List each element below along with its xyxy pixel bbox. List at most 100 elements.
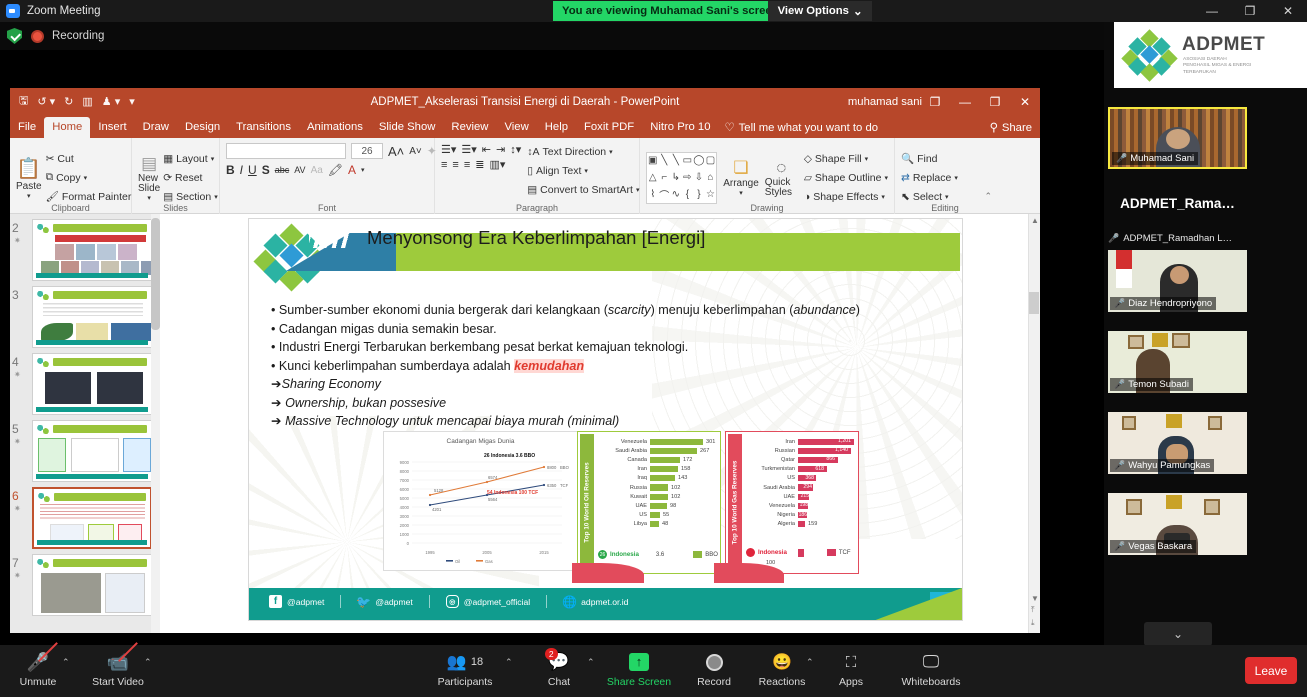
left-brace-shape-icon[interactable]: { <box>686 189 689 200</box>
close-button[interactable]: ✕ <box>1269 0 1307 22</box>
recording-indicator-icon[interactable] <box>31 29 44 43</box>
view-options-button[interactable]: View Options ⌄ <box>768 1 872 21</box>
video-tile-wahyu-pamungkas[interactable]: 🎤 Wahyu Pamungkas <box>1108 412 1247 474</box>
video-tile-adpmet-ramadhan-card[interactable]: ADPMET_Rama… <box>1108 172 1247 234</box>
video-panel-scroll-down-button[interactable]: ⌄ <box>1144 622 1212 646</box>
participants-caret-icon[interactable]: ⌃ <box>505 657 513 668</box>
twitter-link[interactable]: 🐦 @adpmet <box>340 595 428 609</box>
tell-me-box[interactable]: ♡ Tell me what you want to do <box>719 117 885 138</box>
pentagon-shape-icon[interactable]: ⌂ <box>707 172 713 183</box>
right-arrow-shape-icon[interactable]: ⇨ <box>683 172 691 183</box>
shape-fill-button[interactable]: ◇ Shape Fill ▾ <box>804 150 888 167</box>
tab-draw[interactable]: Draw <box>135 117 177 138</box>
grow-font-icon[interactable]: A˄ <box>388 144 404 159</box>
audio-options-caret-icon[interactable]: ⌃ <box>62 657 70 668</box>
ribbon-display-options-icon[interactable]: ❐ <box>920 88 950 115</box>
layout-button[interactable]: ▦ Layout ▾ <box>163 150 217 167</box>
align-center-icon[interactable]: ≡ <box>452 159 458 171</box>
slide-bullet-list[interactable]: • Sumber-sumber ekonomi dunia bergerak d… <box>271 301 952 431</box>
reset-button[interactable]: ⟳ Reset <box>163 169 217 186</box>
text-direction-button[interactable]: ↕A Text Direction ▾ <box>527 143 639 160</box>
start-video-button[interactable]: 📹 Start Video <box>85 642 151 688</box>
chat-button[interactable]: 💬 2 Chat <box>526 648 592 688</box>
ppt-close-button[interactable]: ✕ <box>1010 88 1040 115</box>
chart-top10-world-gas-reserves[interactable]: Top 10 World Gas Reserves Iran 1,201 Russ… <box>714 431 859 583</box>
curve-shape-icon[interactable]: ∿ <box>672 189 680 200</box>
arrange-button[interactable]: ❏ Arrange ▾ <box>723 158 759 197</box>
current-slide[interactable]: Menyonsong Era Keberlimpahan [Energi] • … <box>248 218 963 621</box>
tab-home[interactable]: Home <box>44 117 91 138</box>
slide-scrollbar[interactable]: ▲ ▼ ⤒ ⤓ <box>1028 214 1040 633</box>
slide-thumbnail-2[interactable]: 2 ✷ <box>12 219 152 281</box>
textbox-shape-icon[interactable]: ▣ <box>648 155 657 166</box>
bullets-icon[interactable]: ☰▾ <box>441 143 456 156</box>
share-screen-button[interactable]: ↑ Share Screen <box>606 651 672 688</box>
tab-file[interactable]: File <box>10 117 44 138</box>
triangle-shape-icon[interactable]: △ <box>649 172 657 183</box>
tab-transitions[interactable]: Transitions <box>228 117 299 138</box>
convert-smartart-button[interactable]: ▤ Convert to SmartArt ▾ <box>527 181 639 198</box>
video-tile-muhamad-sani[interactable]: 🎤 Muhamad Sani <box>1108 107 1247 169</box>
tab-help[interactable]: Help <box>537 117 576 138</box>
maximize-button[interactable]: ❐ <box>1231 0 1269 22</box>
collapse-ribbon-icon[interactable]: ⌃ <box>984 191 992 202</box>
align-right-icon[interactable]: ≡ <box>464 159 470 171</box>
quick-styles-button[interactable]: ◌ Quick Styles <box>765 158 798 198</box>
character-spacing-button[interactable]: AV <box>294 165 305 175</box>
video-tile-temon-subadi[interactable]: 🎤 Temon Subadi <box>1108 331 1247 393</box>
video-options-caret-icon[interactable]: ⌃ <box>144 657 152 668</box>
video-tile-diaz-hendropriyono[interactable]: 🎤 Diaz Hendropriyono <box>1108 250 1247 312</box>
video-tile-vegas-baskara[interactable]: 🎤 Vegas Baskara <box>1108 493 1247 555</box>
text-shadow-button[interactable]: S <box>262 163 270 177</box>
numbering-icon[interactable]: ☰▾ <box>461 143 476 156</box>
rectangle-shape-icon[interactable]: ▭ <box>683 155 692 166</box>
paste-button[interactable]: 📋 Paste ▾ <box>16 156 42 200</box>
columns-icon[interactable]: ▥▾ <box>489 158 505 171</box>
oval-shape-icon[interactable]: ◯ <box>693 155 704 166</box>
font-size-input[interactable]: 26 <box>351 143 383 159</box>
bold-button[interactable]: B <box>226 163 235 177</box>
line-arrow-shape-icon[interactable]: ╲ <box>673 155 679 166</box>
shape-outline-button[interactable]: ▱ Shape Outline ▾ <box>804 169 888 186</box>
encryption-shield-icon[interactable] <box>7 28 22 44</box>
ppt-minimize-button[interactable]: — <box>950 88 980 115</box>
facebook-link[interactable]: f @adpmet <box>263 595 340 608</box>
scroll-down-icon[interactable]: ▼ <box>1031 594 1039 603</box>
line-spacing-icon[interactable]: ↕▾ <box>510 143 521 156</box>
whiteboards-button[interactable]: 🖵 Whiteboards <box>893 651 969 688</box>
elbow-arrow-shape-icon[interactable]: ↳ <box>672 172 680 183</box>
tab-animations[interactable]: Animations <box>299 117 371 138</box>
slide-thumbnail-6[interactable]: 6 ✷ <box>12 487 152 549</box>
copy-button[interactable]: ⧉ Copy ▾ <box>46 169 132 186</box>
right-brace-shape-icon[interactable]: } <box>697 189 700 200</box>
underline-button[interactable]: U <box>248 163 257 177</box>
website-link[interactable]: 🌐 adpmet.or.id <box>546 595 644 609</box>
minimize-button[interactable]: — <box>1193 0 1231 22</box>
down-arrow-shape-icon[interactable]: ⇩ <box>695 172 703 183</box>
replace-button[interactable]: ⇄ Replace ▾ <box>901 169 958 186</box>
leave-button[interactable]: Leave <box>1245 657 1297 684</box>
tab-insert[interactable]: Insert <box>90 117 134 138</box>
align-text-button[interactable]: ▯ Align Text ▾ <box>527 162 639 179</box>
ppt-maximize-button[interactable]: ❐ <box>980 88 1010 115</box>
italic-button[interactable]: I <box>240 163 243 177</box>
tab-foxit-pdf[interactable]: Foxit PDF <box>576 117 642 138</box>
new-slide-button[interactable]: ▤ New Slide ▾ <box>138 154 160 202</box>
freeform-shape-icon[interactable]: ⌇ <box>650 189 655 200</box>
share-button[interactable]: ⚲ Share <box>990 121 1032 135</box>
elbow-shape-icon[interactable]: ⌐ <box>661 172 667 183</box>
cut-button[interactable]: ✂ Cut <box>46 150 132 167</box>
scroll-up-icon[interactable]: ▲ <box>1031 216 1039 225</box>
shrink-font-icon[interactable]: A˅ <box>409 146 422 157</box>
shapes-gallery[interactable]: ▣ ╲ ╲ ▭ ◯ ▢ △ ⌐ ↳ ⇨ ⇩ ⌂ ⌇ ⌒ ∿ {} ☆ <box>646 151 718 204</box>
apps-button[interactable]: ⛶ Apps <box>818 651 884 689</box>
previous-slide-icon[interactable]: ⤒ <box>1031 605 1035 615</box>
powerpoint-user-label[interactable]: muhamad sani <box>848 96 922 108</box>
tab-view[interactable]: View <box>496 117 536 138</box>
decrease-indent-icon[interactable]: ⇤ <box>482 143 491 156</box>
slide-thumbnail-4[interactable]: 4 ✷ <box>12 353 152 415</box>
font-name-input[interactable] <box>226 143 346 159</box>
font-color-caret-icon[interactable]: ▾ <box>361 166 365 174</box>
find-button[interactable]: 🔍 Find <box>901 150 958 167</box>
reactions-caret-icon[interactable]: ⌃ <box>806 657 814 668</box>
